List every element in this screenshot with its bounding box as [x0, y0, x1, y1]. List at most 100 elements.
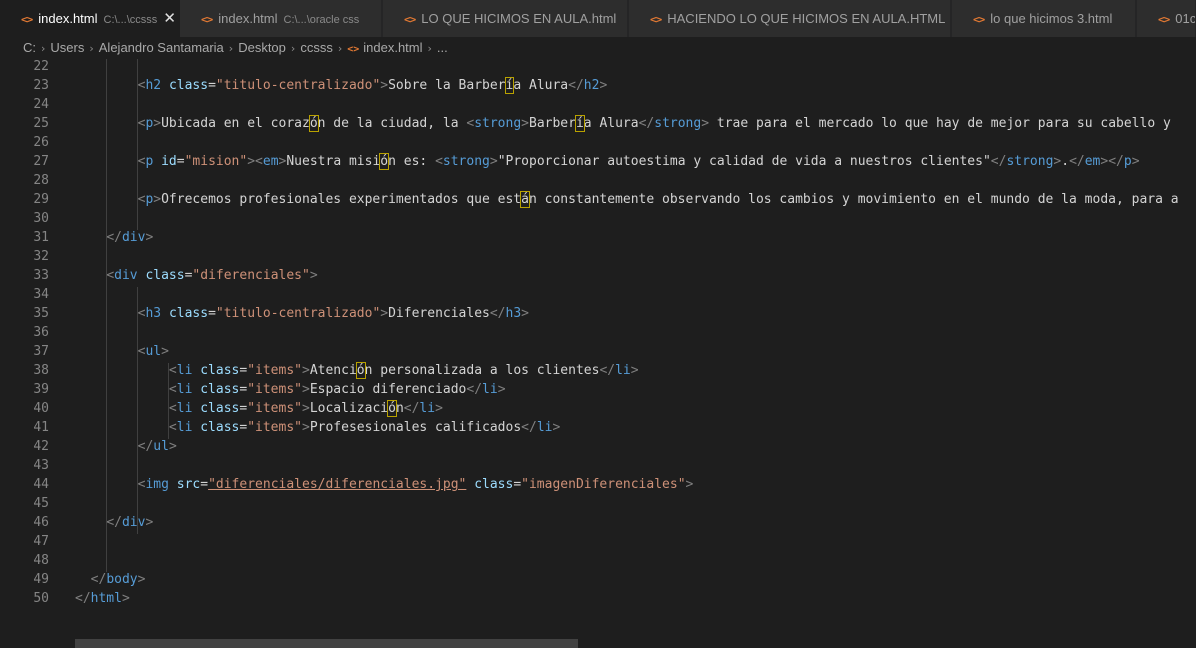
code-line[interactable]: 38 <li class="items">Atención personaliz… — [0, 361, 1196, 380]
code-line[interactable]: 49 </body> — [0, 570, 1196, 589]
code-line[interactable]: 43 — [0, 456, 1196, 475]
tab-lo-que-hicimos-3[interactable]: <> lo que hicimos 3.html — [952, 0, 1136, 37]
code-line[interactable]: 27 <p id="mision"><em>Nuestra misión es:… — [0, 152, 1196, 171]
code-line[interactable]: 35 <h3 class="titulo-centralizado">Difer… — [0, 304, 1196, 323]
code-line[interactable]: 41 <li class="items">Profesesionales cal… — [0, 418, 1196, 437]
tab-haciendo-lo-que-hicimos[interactable]: <> HACIENDO LO QUE HICIMOS EN AULA.HTML — [629, 0, 951, 37]
line-number: 26 — [33, 135, 49, 150]
tab-index-html-oracle[interactable]: <> index.html C:\...\oracle css — [180, 0, 382, 37]
code-text[interactable]: </div> — [75, 513, 153, 532]
tab-label: HACIENDO LO QUE HICIMOS EN AULA.HTML — [667, 11, 946, 26]
code-text[interactable]: </ul> — [75, 437, 177, 456]
breadcrumb-item-user[interactable]: Alejandro Santamaria — [99, 40, 224, 55]
line-number: 44 — [33, 477, 49, 492]
line-number: 40 — [33, 401, 49, 416]
code-line[interactable]: 28 — [0, 171, 1196, 190]
chevron-right-icon: › — [41, 42, 46, 55]
html-file-icon: <> — [347, 44, 360, 55]
tab-label: 01c — [1175, 11, 1196, 26]
html-file-icon: <> — [201, 13, 213, 26]
code-text[interactable]: </div> — [75, 228, 153, 247]
line-number: 22 — [33, 59, 49, 74]
code-line[interactable]: 23 <h2 class="titulo-centralizado">Sobre… — [0, 76, 1196, 95]
close-icon[interactable]: ✕ — [163, 0, 176, 37]
tab-lo-que-hicimos-en-aula[interactable]: <> LO QUE HICIMOS EN AULA.html — [383, 0, 628, 37]
breadcrumb-item-folder[interactable]: ccsss — [300, 40, 333, 55]
line-number: 50 — [33, 591, 49, 606]
code-line[interactable]: 45 — [0, 494, 1196, 513]
breadcrumb-item-drive[interactable]: C: — [23, 40, 36, 55]
tab-index-html-ccsss[interactable]: <> index.html C:\...\ccsss ✕ — [0, 0, 185, 37]
line-number: 24 — [33, 97, 49, 112]
tab-label: LO QUE HICIMOS EN AULA.html — [421, 11, 617, 26]
chevron-right-icon: › — [427, 42, 432, 55]
line-number: 45 — [33, 496, 49, 511]
code-line[interactable]: 31 </div> — [0, 228, 1196, 247]
breadcrumb-item-symbols[interactable]: ... — [437, 40, 448, 55]
code-line[interactable]: 30 — [0, 209, 1196, 228]
code-line[interactable]: 39 <li class="items">Espacio diferenciad… — [0, 380, 1196, 399]
code-text[interactable]: <li class="items">Atención personalizada… — [75, 361, 639, 380]
tab-description: C:\...\oracle css — [283, 14, 360, 26]
code-text[interactable]: <p id="mision"><em>Nuestra misión es: <s… — [75, 152, 1140, 171]
chevron-right-icon: › — [337, 42, 343, 55]
code-text[interactable]: <h2 class="titulo-centralizado">Sobre la… — [75, 76, 607, 95]
line-number: 48 — [33, 553, 49, 568]
code-editor[interactable]: 22 23 <h2 class="titulo-centralizado">Sob… — [0, 59, 1196, 648]
code-text[interactable]: </html> — [75, 589, 130, 608]
html-file-icon: <> — [1158, 13, 1170, 26]
code-text[interactable]: <ul> — [75, 342, 169, 361]
tab-01c[interactable]: <> 01c — [1137, 0, 1196, 37]
code-text[interactable]: <li class="items">Profesesionales califi… — [75, 418, 560, 437]
line-number: 36 — [33, 325, 49, 340]
chevron-right-icon: › — [290, 42, 296, 55]
code-line[interactable]: 44 <img src="diferenciales/diferenciales… — [0, 475, 1196, 494]
code-text[interactable]: <p>Ubicada en el corazón de la ciudad, l… — [75, 114, 1171, 133]
code-line[interactable]: 26 — [0, 133, 1196, 152]
code-line[interactable]: 36 — [0, 323, 1196, 342]
code-line[interactable]: 42 </ul> — [0, 437, 1196, 456]
line-number: 39 — [33, 382, 49, 397]
code-line[interactable]: 46 </div> — [0, 513, 1196, 532]
tab-label: index.html — [218, 11, 278, 26]
code-line[interactable]: 48 — [0, 551, 1196, 570]
code-line[interactable]: 22 — [0, 59, 1196, 76]
line-number: 35 — [33, 306, 49, 321]
line-number: 42 — [33, 439, 49, 454]
code-line[interactable]: 50 </html> — [0, 589, 1196, 608]
code-line[interactable]: 37 <ul> — [0, 342, 1196, 361]
html-file-icon: <> — [21, 13, 33, 26]
code-text[interactable]: <li class="items">Espacio diferenciado</… — [75, 380, 506, 399]
code-line[interactable]: 47 — [0, 532, 1196, 551]
chevron-right-icon: › — [228, 42, 234, 55]
code-line[interactable]: 33 <div class="diferenciales"> — [0, 266, 1196, 285]
line-number: 47 — [33, 534, 49, 549]
line-number: 43 — [33, 458, 49, 473]
code-text[interactable]: <img src="diferenciales/diferenciales.jp… — [75, 475, 694, 494]
tab-label: lo que hicimos 3.html — [990, 11, 1113, 26]
code-text[interactable]: <li class="items">Localización</li> — [75, 399, 443, 418]
breadcrumb-item-file[interactable]: index.html — [363, 40, 422, 55]
chevron-right-icon: › — [89, 42, 94, 55]
code-text[interactable]: <h3 class="titulo-centralizado">Diferenc… — [75, 304, 529, 323]
code-line[interactable]: 34 — [0, 285, 1196, 304]
code-line[interactable]: 25 <p>Ubicada en el corazón de la ciudad… — [0, 114, 1196, 133]
breadcrumb-item-users[interactable]: Users — [50, 40, 84, 55]
line-number: 29 — [33, 192, 49, 207]
code-line[interactable]: 29 <p>Ofrecemos profesionales experiment… — [0, 190, 1196, 209]
code-text[interactable]: </body> — [75, 570, 146, 589]
breadcrumb-item-desktop[interactable]: Desktop — [238, 40, 286, 55]
horizontal-scrollbar[interactable] — [75, 639, 578, 648]
code-line[interactable]: 40 <li class="items">Localización</li> — [0, 399, 1196, 418]
code-text[interactable]: <p>Ofrecemos profesionales experimentado… — [75, 190, 1179, 209]
line-number: 34 — [33, 287, 49, 302]
code-line[interactable]: 24 — [0, 95, 1196, 114]
line-number: 33 — [33, 268, 49, 283]
code-text[interactable]: <div class="diferenciales"> — [75, 266, 317, 285]
line-number: 32 — [33, 249, 49, 264]
line-number: 25 — [33, 116, 49, 131]
line-number: 38 — [33, 363, 49, 378]
code-line[interactable]: 32 — [0, 247, 1196, 266]
line-number: 49 — [33, 572, 49, 587]
html-file-icon: <> — [404, 13, 416, 26]
